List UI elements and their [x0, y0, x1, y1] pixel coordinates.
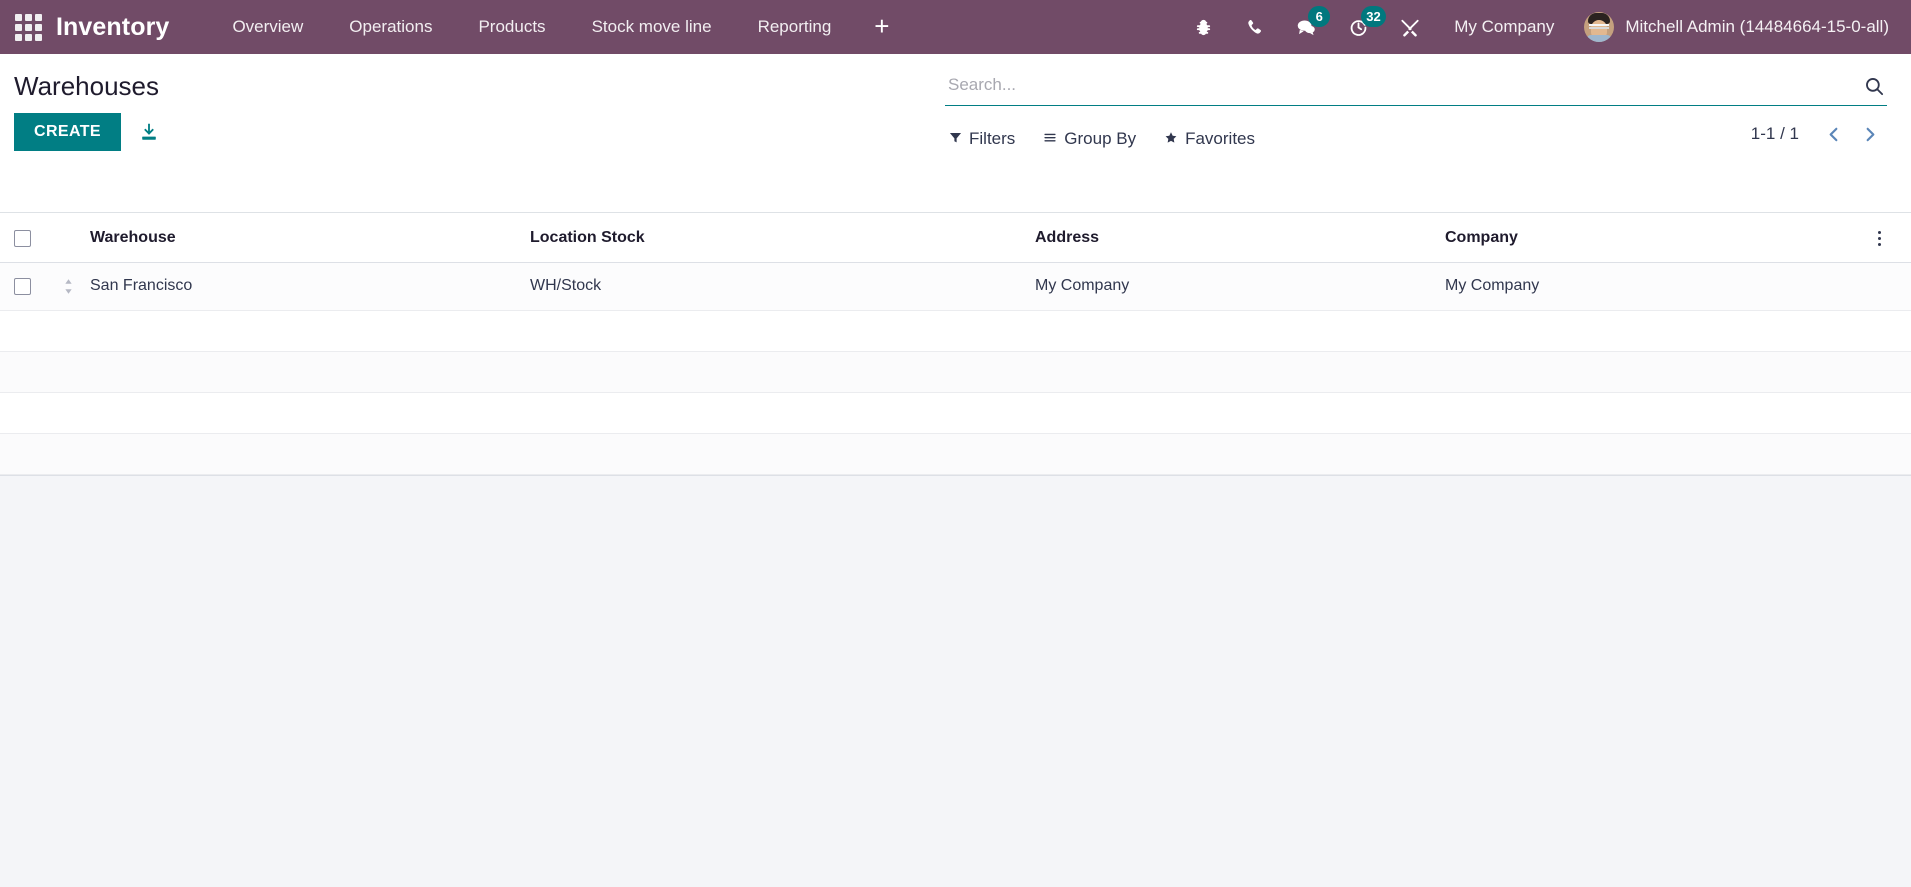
- group-by-label: Group By: [1064, 129, 1137, 148]
- warehouses-table: Warehouse Location Stock Address Company: [0, 213, 1911, 475]
- column-header-address[interactable]: Address: [1035, 213, 1445, 263]
- favorites-dropdown[interactable]: Favorites: [1160, 126, 1265, 152]
- bug-icon[interactable]: [1178, 0, 1229, 54]
- empty-filler-cell: [0, 310, 1911, 352]
- filters-dropdown[interactable]: Filters: [945, 126, 1025, 152]
- systray: 6 32: [1178, 0, 1436, 54]
- cell-location-stock[interactable]: WH/Stock: [530, 262, 1035, 311]
- add-menu-plus-icon[interactable]: +: [854, 0, 909, 54]
- select-all-header: [0, 213, 46, 263]
- import-download-icon[interactable]: [132, 116, 166, 148]
- tools-icon[interactable]: [1384, 0, 1436, 54]
- warehouses-list-view: Warehouse Location Stock Address Company: [0, 213, 1911, 476]
- table-header-row: Warehouse Location Stock Address Company: [0, 213, 1911, 263]
- select-all-checkbox[interactable]: [14, 229, 31, 247]
- page-background: [0, 476, 1911, 887]
- activities-badge: 32: [1361, 6, 1386, 27]
- apps-grid-icon: [14, 13, 42, 41]
- column-header-location-stock[interactable]: Location Stock: [530, 213, 1035, 263]
- menu-item-reporting[interactable]: Reporting: [735, 0, 855, 54]
- search-input[interactable]: [945, 72, 1856, 101]
- control-panel-right: Filters Group By: [945, 54, 1911, 154]
- main-menu: Overview Operations Products Stock move …: [209, 0, 909, 54]
- group-by-dropdown[interactable]: Group By: [1039, 126, 1146, 152]
- create-button[interactable]: CREATE: [14, 113, 121, 151]
- messages-icon[interactable]: 6: [1280, 0, 1333, 54]
- row-checkbox[interactable]: [14, 277, 31, 295]
- company-switcher[interactable]: My Company: [1436, 0, 1572, 54]
- vertical-ellipsis-icon[interactable]: [1857, 230, 1911, 246]
- control-panel-left: Warehouses CREATE: [0, 54, 945, 151]
- table-row[interactable]: San Francisco WH/Stock My Company My Com…: [0, 262, 1911, 311]
- page-title: Warehouses: [14, 71, 159, 101]
- user-menu[interactable]: Mitchell Admin (14484664-15-0-all): [1572, 0, 1893, 54]
- empty-filler-cell: [0, 433, 1911, 475]
- menu-item-overview[interactable]: Overview: [209, 0, 326, 54]
- handle-header: [46, 213, 90, 263]
- empty-filler-row: [0, 310, 1911, 352]
- empty-filler-cell: [0, 351, 1911, 393]
- chevron-right-icon[interactable]: [1852, 125, 1889, 144]
- star-icon: [1164, 128, 1178, 150]
- menu-item-stock-move-line[interactable]: Stock move line: [569, 0, 735, 54]
- optional-columns-header: [1857, 213, 1911, 263]
- cell-company[interactable]: My Company: [1445, 262, 1857, 311]
- drag-handle-icon[interactable]: [46, 278, 90, 295]
- empty-filler-row: [0, 351, 1911, 393]
- control-panel: Warehouses CREATE Search... Filters Grou…: [0, 54, 1911, 213]
- cell-address[interactable]: My Company: [1035, 262, 1445, 311]
- menu-item-operations[interactable]: Operations: [326, 0, 455, 54]
- pager-count[interactable]: 1-1 / 1: [1751, 124, 1815, 144]
- column-header-warehouse[interactable]: Warehouse: [90, 213, 530, 263]
- cell-warehouse[interactable]: San Francisco: [90, 262, 530, 311]
- search-icon[interactable]: [1856, 76, 1887, 101]
- filter-funnel-icon: [949, 128, 962, 150]
- cell-row-options: [1857, 262, 1911, 311]
- action-buttons: CREATE: [14, 113, 945, 151]
- phone-icon[interactable]: [1229, 0, 1280, 54]
- app-brand-inventory[interactable]: Inventory: [56, 0, 169, 54]
- empty-filler-row: [0, 433, 1911, 475]
- chevron-left-icon[interactable]: [1815, 125, 1852, 144]
- empty-filler-cell: [0, 392, 1911, 434]
- row-select-cell: [0, 262, 46, 311]
- avatar: [1584, 12, 1615, 42]
- top-navbar: Inventory Overview Operations Products S…: [0, 0, 1911, 54]
- messages-badge: 6: [1308, 6, 1331, 27]
- search-bar[interactable]: [945, 72, 1887, 106]
- row-handle-cell: [46, 262, 90, 311]
- search-options-row: Filters Group By Favorites 1-1 / 1: [945, 124, 1889, 154]
- favorites-label: Favorites: [1185, 129, 1256, 148]
- column-header-company[interactable]: Company: [1445, 213, 1857, 263]
- pager: 1-1 / 1: [1751, 124, 1889, 144]
- filters-label: Filters: [969, 129, 1016, 148]
- table-body: San Francisco WH/Stock My Company My Com…: [0, 262, 1911, 475]
- empty-filler-row: [0, 392, 1911, 434]
- group-lines-icon: [1043, 128, 1057, 150]
- apps-menu-button[interactable]: [0, 0, 56, 54]
- activities-clock-icon[interactable]: 32: [1333, 0, 1386, 54]
- user-menu-label: Mitchell Admin (14484664-15-0-all): [1625, 17, 1889, 36]
- menu-item-products[interactable]: Products: [455, 0, 568, 54]
- table-header: Warehouse Location Stock Address Company: [0, 213, 1911, 263]
